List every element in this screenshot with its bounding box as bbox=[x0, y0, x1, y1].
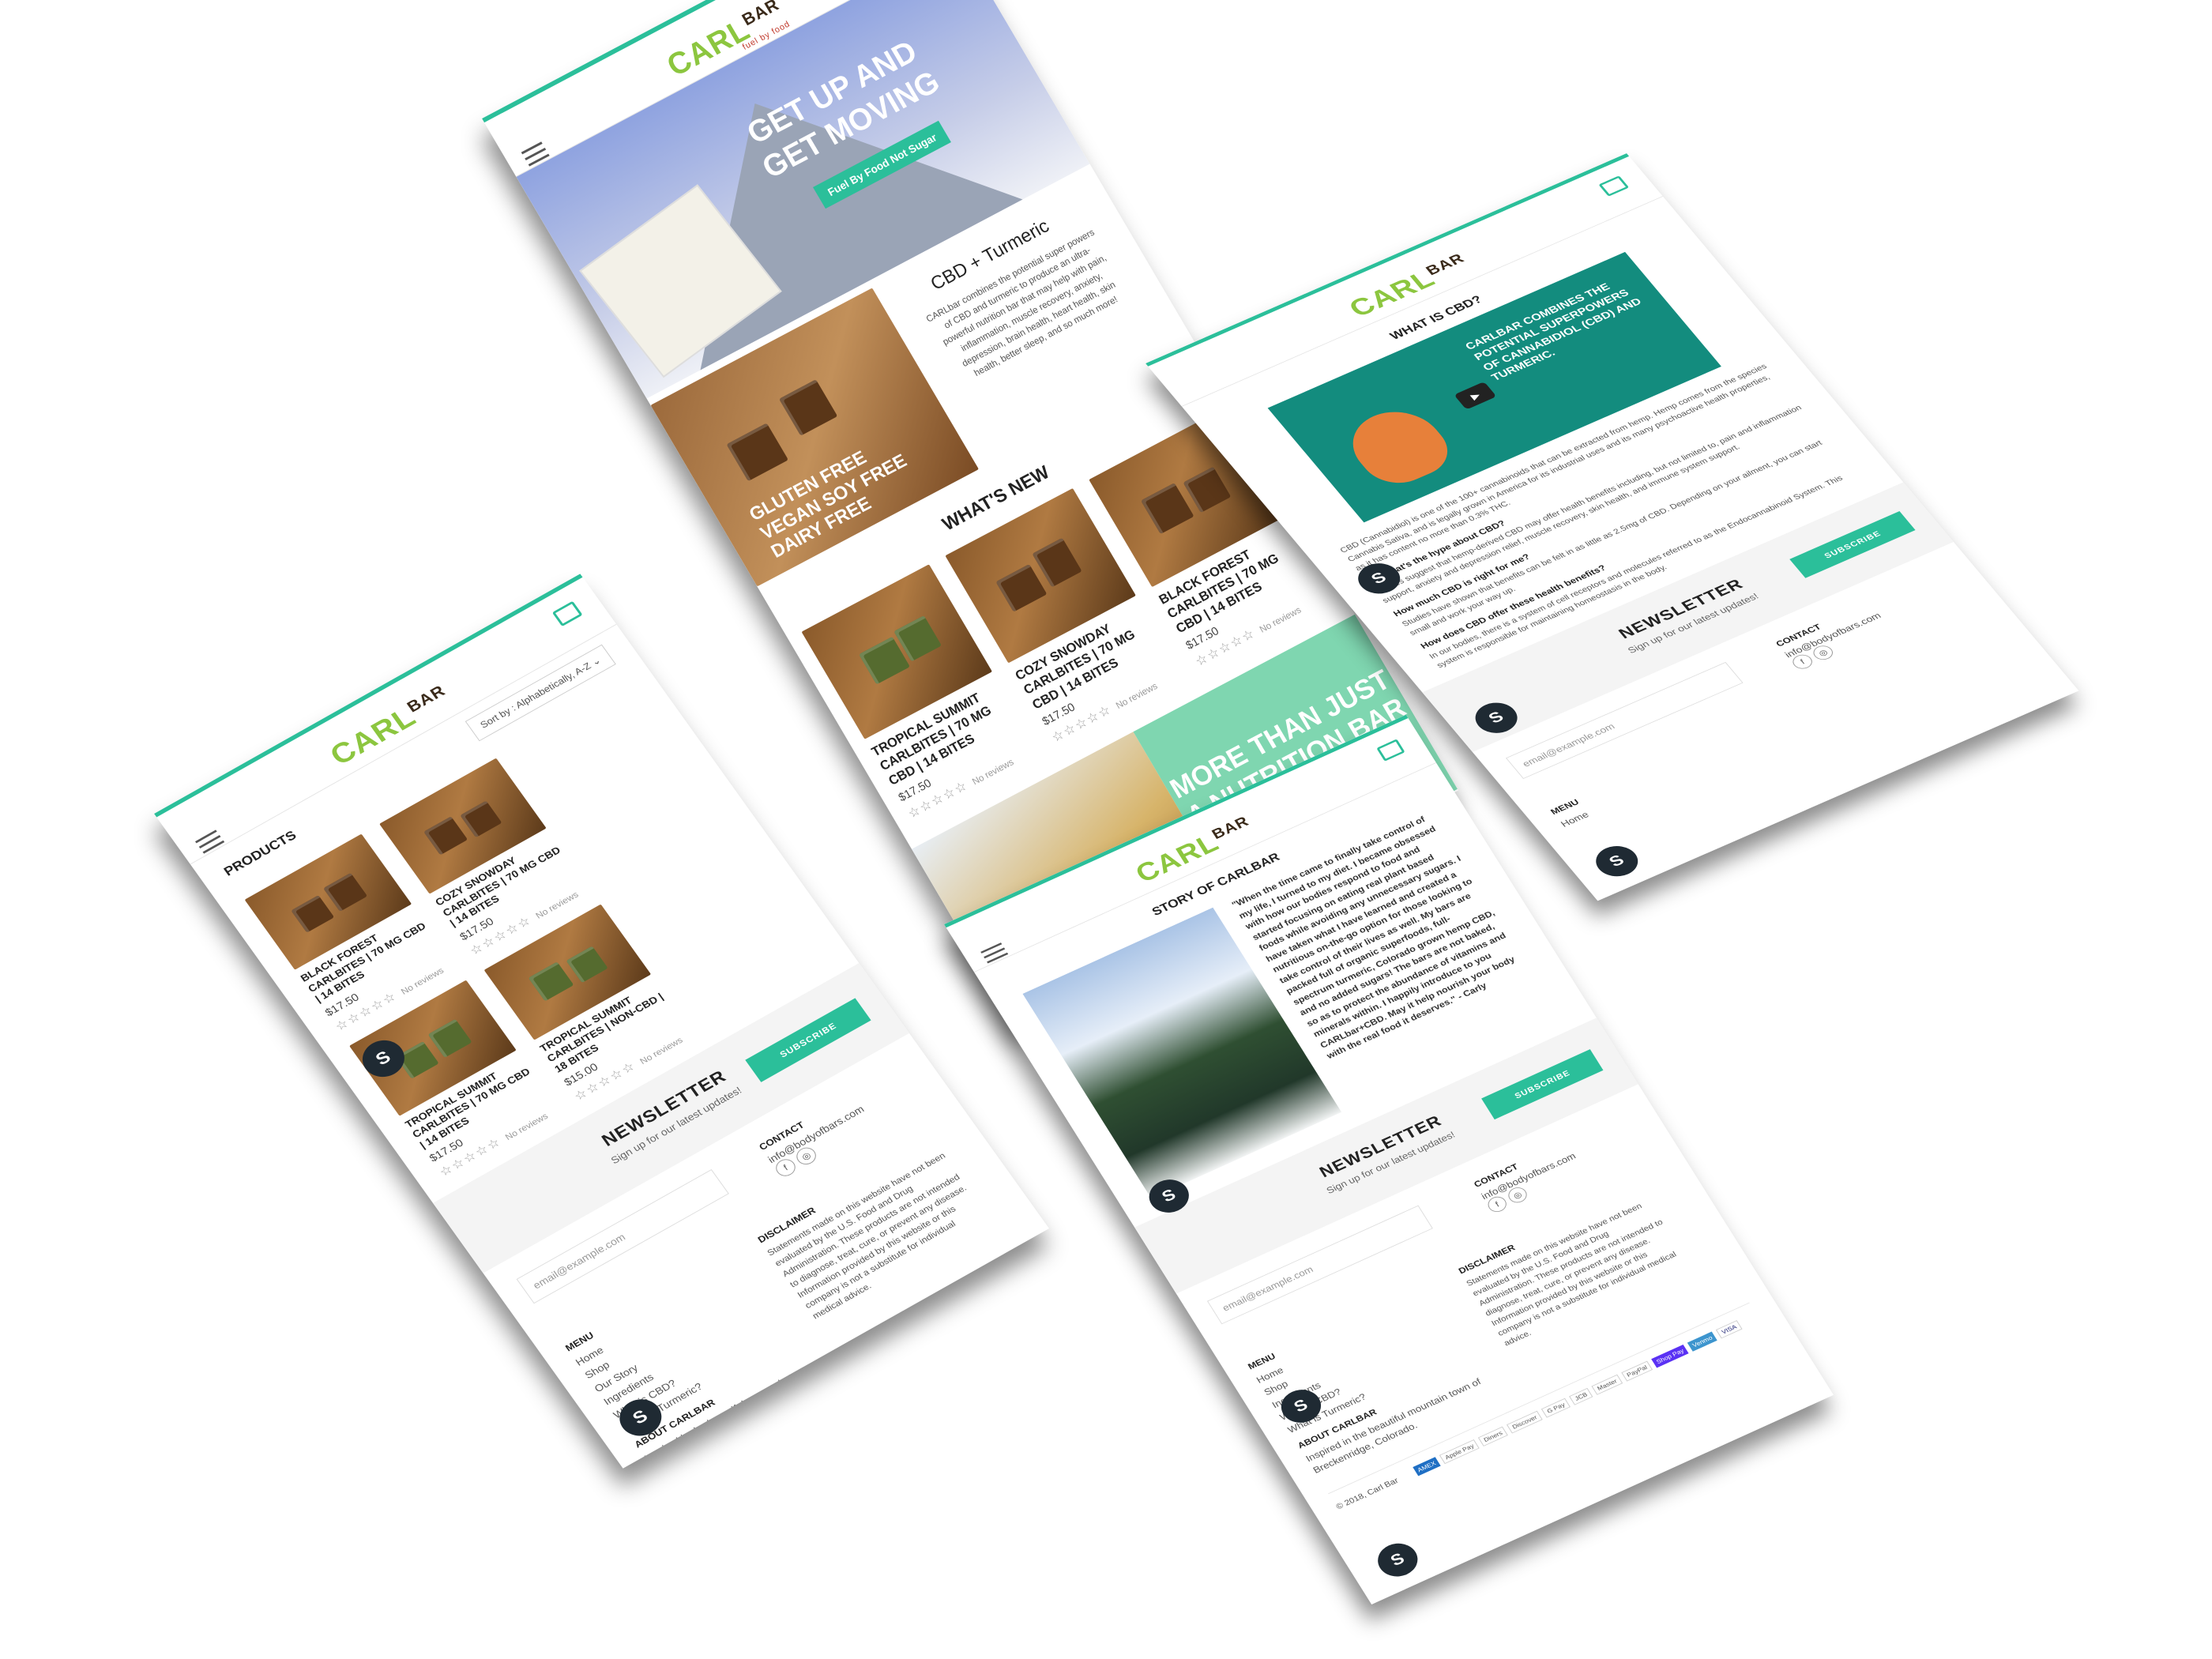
chevron-down-icon: ⌄ bbox=[589, 654, 604, 668]
cart-icon[interactable] bbox=[1376, 739, 1405, 762]
shopify-bag-icon[interactable]: S bbox=[1588, 840, 1646, 882]
amex-icon: AMEX bbox=[1412, 1457, 1441, 1477]
venmo-icon: Venmo bbox=[1687, 1331, 1717, 1352]
mastercard-icon: Master bbox=[1591, 1374, 1623, 1395]
apple-pay-icon: Apple Pay bbox=[1439, 1439, 1480, 1465]
hamburger-icon[interactable] bbox=[979, 939, 1010, 967]
visa-icon: VISA bbox=[1716, 1320, 1743, 1339]
paypal-icon: PayPal bbox=[1621, 1360, 1653, 1382]
cart-icon[interactable] bbox=[1598, 175, 1630, 197]
jcb-icon: JCB bbox=[1569, 1387, 1593, 1405]
footer-menu: Home Shop Our Story Ingredients What is … bbox=[572, 1264, 793, 1435]
play-icon[interactable]: ▶ bbox=[1454, 382, 1497, 410]
diners-icon: Diners bbox=[1477, 1426, 1508, 1446]
sort-label: Sort by bbox=[478, 705, 513, 731]
shop-pay-icon: Shop Pay bbox=[1651, 1344, 1689, 1368]
discover-icon: Discover bbox=[1507, 1410, 1543, 1434]
copyright: © 2018, Carl Bar bbox=[1334, 1476, 1401, 1511]
google-pay-icon: G Pay bbox=[1540, 1398, 1571, 1418]
cart-icon[interactable] bbox=[551, 600, 583, 627]
shopify-bag-icon[interactable]: S bbox=[1371, 1537, 1425, 1582]
cbd-text: CARLbar combines the potential super pow… bbox=[924, 227, 1120, 378]
cartoon-character bbox=[1335, 400, 1462, 493]
